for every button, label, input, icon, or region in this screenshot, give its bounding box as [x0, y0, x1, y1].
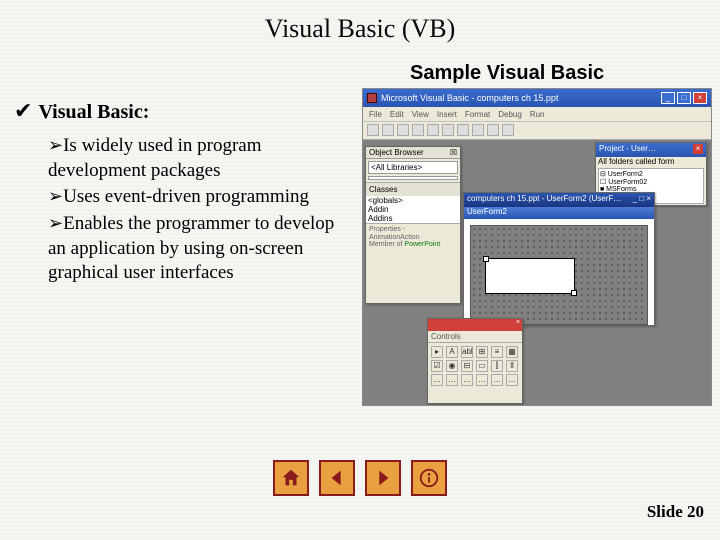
vb-app-icon	[367, 93, 377, 103]
toolbox-titlebar: ×	[428, 319, 522, 331]
vb-window-title: Microsoft Visual Basic - computers ch 15…	[381, 93, 657, 103]
tool-tabstrip[interactable]: ⫿	[491, 360, 503, 372]
menu-item[interactable]: Debug	[498, 110, 522, 119]
toolbar-button[interactable]	[427, 124, 439, 136]
tool-frame[interactable]: ▦	[506, 346, 518, 358]
toolbar-button[interactable]	[412, 124, 424, 136]
close-button[interactable]: ×	[693, 92, 707, 104]
vb-screenshot: Microsoft Visual Basic - computers ch 15…	[362, 88, 712, 406]
menu-item[interactable]: Run	[530, 110, 545, 119]
tool-combobox[interactable]: ⊞	[476, 346, 488, 358]
minimize-button[interactable]: _	[661, 92, 675, 104]
bullet-text: Uses event-driven programming	[63, 186, 309, 207]
class-item[interactable]: Addins	[366, 214, 460, 223]
chevron-icon: ➢	[48, 135, 63, 155]
home-button[interactable]	[273, 460, 309, 496]
previous-button[interactable]	[319, 460, 355, 496]
tool-spin[interactable]: …	[446, 374, 458, 386]
tool-scrollbar[interactable]: …	[431, 374, 443, 386]
tool-option[interactable]: ◉	[446, 360, 458, 372]
toolbar-button[interactable]	[487, 124, 499, 136]
menu-item[interactable]: View	[412, 110, 429, 119]
library-dropdown[interactable]: <All Libraries>	[368, 161, 458, 174]
tool-pointer[interactable]: ▸	[431, 346, 443, 358]
class-item[interactable]: <globals>	[366, 196, 460, 205]
classes-list[interactable]: <globals> Addin Addins	[366, 196, 460, 223]
bullet-item: ➢Uses event-driven programming	[48, 185, 354, 210]
toolbar-button[interactable]	[397, 124, 409, 136]
toolbar-button[interactable]	[367, 124, 379, 136]
tool-toggle[interactable]: ⊟	[461, 360, 473, 372]
toolbox-panel: × Controls ▸ A abl ⊞ ≡ ▦ ☑ ◉ ⊟ ▭ ⫿ ⫴ … ……	[427, 318, 523, 404]
tool-textbox[interactable]: abl	[461, 346, 473, 358]
object-browser-footer: Properties - AnimationAction Member of P…	[366, 223, 460, 251]
tool-misc[interactable]: …	[491, 374, 503, 386]
slide-title: Visual Basic (VB)	[0, 0, 720, 44]
vb-menubar: File Edit View Insert Format Debug Run	[363, 107, 711, 122]
content-heading: Visual Basic:	[38, 101, 149, 124]
form-designer-window: computers ch 15.ppt - UserForm2 (UserF… …	[463, 192, 655, 326]
toolbar-button[interactable]	[457, 124, 469, 136]
bullet-text: Is widely used in program development pa…	[48, 135, 262, 181]
object-browser-panel: Object Browser☒ <All Libraries> Classes …	[365, 146, 461, 304]
toolbar-button[interactable]	[472, 124, 484, 136]
tree-item[interactable]: ☐ UserForm02	[600, 178, 702, 186]
tool-button[interactable]: ▭	[476, 360, 488, 372]
toolbar-button[interactable]	[382, 124, 394, 136]
bullet-item: ➢Enables the programmer to develop an ap…	[48, 212, 354, 286]
slide-subtitle: Sample Visual Basic	[410, 62, 604, 85]
toolbox-tab[interactable]: Controls	[428, 331, 522, 343]
selected-control[interactable]	[485, 258, 575, 294]
userform-caption: UserForm2	[464, 207, 654, 219]
bullet-item: ➢Is widely used in program development p…	[48, 134, 354, 183]
object-browser-header: Object Browser☒	[366, 147, 460, 159]
classes-label: Classes	[366, 182, 460, 196]
chevron-icon: ➢	[48, 213, 63, 233]
tool-image[interactable]: …	[461, 374, 473, 386]
info-button[interactable]	[411, 460, 447, 496]
tool-multipage[interactable]: ⫴	[506, 360, 518, 372]
menu-item[interactable]: Format	[465, 110, 490, 119]
close-icon[interactable]: ×	[516, 319, 520, 331]
vb-titlebar: Microsoft Visual Basic - computers ch 15…	[363, 89, 711, 107]
tool-listbox[interactable]: ≡	[491, 346, 503, 358]
form-design-surface[interactable]	[470, 225, 648, 325]
menu-item[interactable]: File	[369, 110, 382, 119]
tool-label[interactable]: A	[446, 346, 458, 358]
toolbox-grid: ▸ A abl ⊞ ≡ ▦ ☑ ◉ ⊟ ▭ ⫿ ⫴ … … … … … …	[428, 343, 522, 389]
tree-item[interactable]: ⊟ UserForm2	[600, 170, 702, 178]
tool-misc[interactable]: …	[506, 374, 518, 386]
close-icon[interactable]: ×	[693, 144, 703, 154]
content-block: ✔ Visual Basic: ➢Is widely used in progr…	[14, 100, 354, 288]
menu-item[interactable]: Insert	[437, 110, 457, 119]
next-button[interactable]	[365, 460, 401, 496]
window-controls[interactable]: _ □ ×	[633, 194, 651, 206]
project-titlebar: Project - User… ×	[596, 143, 706, 157]
tool-misc[interactable]: …	[476, 374, 488, 386]
close-icon[interactable]: ☒	[450, 148, 457, 157]
chevron-icon: ➢	[48, 186, 63, 206]
search-dropdown[interactable]	[368, 176, 458, 180]
bullet-text: Enables the programmer to develop an app…	[48, 213, 334, 283]
checkmark-icon: ✔	[14, 100, 32, 122]
toolbar-button[interactable]	[502, 124, 514, 136]
slide-number: Slide 20	[647, 502, 704, 522]
nav-button-row	[0, 460, 720, 496]
project-dropdown[interactable]: All folders called form	[596, 157, 706, 166]
tool-checkbox[interactable]: ☑	[431, 360, 443, 372]
maximize-button[interactable]: □	[677, 92, 691, 104]
menu-item[interactable]: Edit	[390, 110, 404, 119]
vb-client-area: Object Browser☒ <All Libraries> Classes …	[363, 140, 711, 405]
vb-toolbar	[363, 122, 711, 140]
class-item[interactable]: Addin	[366, 205, 460, 214]
toolbar-button[interactable]	[442, 124, 454, 136]
form-window-titlebar: computers ch 15.ppt - UserForm2 (UserF… …	[464, 193, 654, 207]
